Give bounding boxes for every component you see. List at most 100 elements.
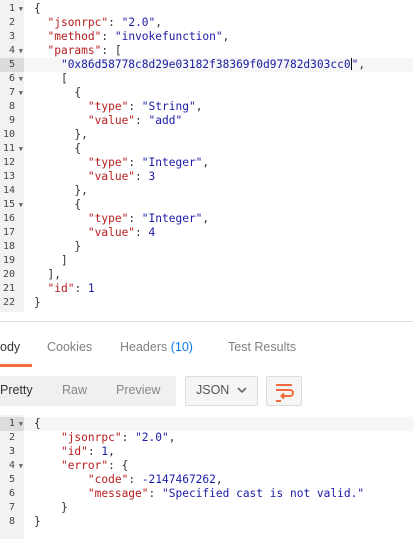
line-number: 8 xyxy=(8,101,15,112)
code-line: 1 ▼ { xyxy=(0,417,413,431)
tab-cookies[interactable]: Cookies xyxy=(47,340,92,354)
code-line: 4 ▼ "params": [ xyxy=(0,44,413,58)
line-number: 4 ▼ xyxy=(8,44,23,58)
code-text: "0x86d58778c8d29e03182f38369f0d97782d303… xyxy=(60,58,366,71)
code-line: 4 ▼ "error": { xyxy=(0,459,413,473)
code-text: } xyxy=(60,501,68,514)
code-line: 6 "message": "Specified cast is not vali… xyxy=(0,487,413,501)
fold-arrow-icon[interactable]: ▼ xyxy=(19,198,23,212)
code-line: 7 } xyxy=(0,501,413,515)
line-number: 19 xyxy=(2,255,15,266)
line-number: 8 xyxy=(8,516,15,527)
line-number: 17 xyxy=(2,227,15,238)
line-number: 12 xyxy=(2,157,15,168)
code-line: 2 "jsonrpc": "2.0", xyxy=(0,16,413,30)
fold-arrow-icon[interactable]: ▼ xyxy=(19,142,23,156)
fold-arrow-icon[interactable]: ▼ xyxy=(19,72,23,86)
line-number: 5 xyxy=(8,474,15,485)
format-select-value: JSON xyxy=(196,383,230,397)
tab-body[interactable]: ody xyxy=(0,340,20,354)
preview-button[interactable]: Preview xyxy=(116,383,160,397)
code-line: 5 "code": -2147467262, xyxy=(0,473,413,487)
pretty-button[interactable]: Pretty xyxy=(0,383,33,397)
line-number: 1 ▼ xyxy=(8,2,23,16)
fold-arrow-icon[interactable]: ▼ xyxy=(19,459,23,473)
tab-test-results[interactable]: Test Results xyxy=(228,340,296,354)
code-line: 19 ] xyxy=(0,254,413,268)
code-text: "type": "Integer", xyxy=(87,156,210,169)
format-select[interactable]: JSON xyxy=(185,376,258,406)
tab-headers[interactable]: Headers (10) xyxy=(120,340,193,354)
line-number: 6 xyxy=(8,488,15,499)
line-number: 10 xyxy=(2,129,15,140)
line-number: 11 ▼ xyxy=(2,142,23,156)
line-number: 2 xyxy=(8,432,15,443)
code-line: 21 "id": 1 xyxy=(0,282,413,296)
code-text: } xyxy=(74,240,82,253)
code-text: ] xyxy=(60,254,68,267)
code-line: 18 } xyxy=(0,240,413,254)
wrap-lines-button[interactable] xyxy=(266,376,302,406)
headers-count-badge: (10) xyxy=(170,340,193,354)
line-number: 9 xyxy=(8,115,15,126)
chevron-down-icon xyxy=(237,387,247,394)
line-number: 18 xyxy=(2,241,15,252)
line-number: 4 ▼ xyxy=(8,459,23,473)
fold-arrow-icon[interactable]: ▼ xyxy=(19,86,23,100)
code-line: 1 ▼ { xyxy=(0,2,413,16)
line-number: 14 xyxy=(2,185,15,196)
raw-button[interactable]: Raw xyxy=(62,383,87,397)
fold-arrow-icon[interactable]: ▼ xyxy=(19,44,23,58)
line-number: 7 ▼ xyxy=(8,86,23,100)
code-text: ], xyxy=(47,268,61,281)
code-line: 10 }, xyxy=(0,128,413,142)
code-text: { xyxy=(34,2,41,15)
response-tabs: ody Cookies Headers (10) Test Results xyxy=(0,322,413,367)
code-text: "value": 3 xyxy=(87,170,156,183)
code-text: } xyxy=(34,296,41,309)
line-number: 13 xyxy=(2,171,15,182)
code-line: 16 "type": "Integer", xyxy=(0,212,413,226)
code-line: 12 "type": "Integer", xyxy=(0,156,413,170)
code-text: { xyxy=(74,86,82,99)
tab-headers-label: Headers xyxy=(120,340,168,354)
request-body-editor[interactable]: 1 ▼ {2 "jsonrpc": "2.0", 3 "method": "invok… xyxy=(0,0,413,312)
code-text: { xyxy=(74,198,82,211)
code-line: 3 "id": 1, xyxy=(0,445,413,459)
code-text: "value": 4 xyxy=(87,226,156,239)
code-line: 22} xyxy=(0,296,413,310)
code-text: { xyxy=(34,417,41,430)
code-text: [ xyxy=(60,72,68,85)
line-number: 16 xyxy=(2,213,15,224)
response-body-viewer[interactable]: 1 ▼ {2 "jsonrpc": "2.0", 3 "id": 1, 4 ▼ "erro… xyxy=(0,415,413,539)
line-number: 22 xyxy=(2,297,15,308)
line-number: 1 ▼ xyxy=(0,417,24,431)
code-text: "jsonrpc": "2.0", xyxy=(60,431,176,444)
code-line: 20 ], xyxy=(0,268,413,282)
code-line: 14 }, xyxy=(0,184,413,198)
active-tab-indicator xyxy=(0,364,32,367)
fold-arrow-icon[interactable]: ▼ xyxy=(19,417,23,431)
code-text: "error": { xyxy=(60,459,129,472)
line-number: 15 ▼ xyxy=(2,198,23,212)
line-number: 21 xyxy=(2,283,15,294)
line-number: 5 xyxy=(0,58,24,72)
code-line: 8} xyxy=(0,515,413,529)
wrap-lines-icon xyxy=(276,384,294,402)
line-number: 7 xyxy=(8,502,15,513)
fold-arrow-icon[interactable]: ▼ xyxy=(19,2,23,16)
code-text: "params": [ xyxy=(47,44,122,57)
code-line: 17 "value": 4 xyxy=(0,226,413,240)
code-text: "value": "add" xyxy=(87,114,183,127)
code-text: "jsonrpc": "2.0", xyxy=(47,16,163,29)
code-line: 3 "method": "invokefunction", xyxy=(0,30,413,44)
code-line: 9 "value": "add" xyxy=(0,114,413,128)
code-line: 11 ▼ { xyxy=(0,142,413,156)
line-number: 2 xyxy=(8,17,15,28)
line-number: 3 xyxy=(8,446,15,457)
code-line: 13 "value": 3 xyxy=(0,170,413,184)
code-line: 15 ▼ { xyxy=(0,198,413,212)
code-line: 5 "0x86d58778c8d29e03182f38369f0d97782d3… xyxy=(0,58,413,72)
response-view-toolbar: Pretty Raw Preview JSON xyxy=(0,372,413,408)
code-text: { xyxy=(74,142,82,155)
